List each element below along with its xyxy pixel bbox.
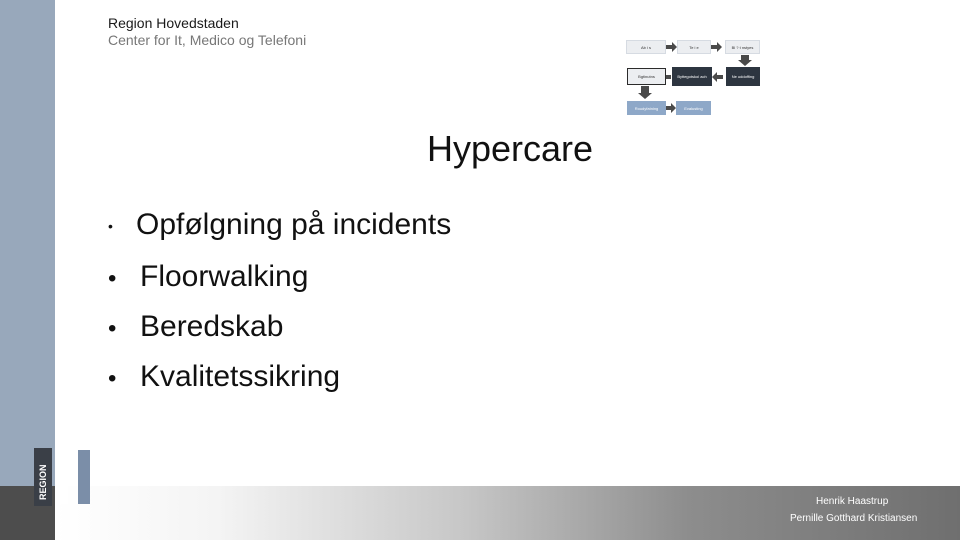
bullet-item: • Opfølgning på incidents — [108, 208, 451, 242]
bullet-dot: • — [108, 365, 117, 392]
bullet-text: Floorwalking — [140, 260, 309, 293]
flow-box-5: Byttegotskol ach — [672, 67, 712, 86]
flow-box-1: Ab i s — [626, 40, 666, 54]
flow-box-2: Te i e — [677, 40, 711, 54]
flow-box-7: Roudyfatning — [627, 101, 666, 115]
bullet-dot: • — [108, 315, 117, 342]
flow-box-3: Bl ? t nstyes — [725, 40, 760, 54]
footer-author-2: Pernille Gotthard Kristiansen — [790, 513, 918, 524]
bullet-text: Opfølgning på incidents — [136, 208, 452, 241]
flow-box-6: Ne uddoffing — [726, 67, 760, 86]
footer-author-1: Henrik Haastrup — [816, 496, 889, 507]
bullet-text: Kvalitetssikring — [140, 360, 341, 393]
bullet-item: • Floorwalking — [108, 260, 308, 294]
slide-title: Hypercare — [426, 128, 594, 169]
region-h-icon: REGION — [34, 448, 90, 506]
bullet-dot: • — [108, 265, 117, 292]
flow-box-4: Bgtinutns — [627, 68, 666, 85]
logo-text: REGION — [38, 464, 48, 500]
bullet-dot: • — [108, 218, 113, 235]
flow-arrows — [638, 42, 752, 113]
bullet-item: • Kvalitetssikring — [108, 360, 340, 394]
flow-box-8: Evalusting — [676, 101, 711, 115]
bullet-text: Beredskab — [140, 310, 284, 343]
region-logo: REGION — [34, 448, 92, 506]
bullet-item: • Beredskab — [108, 310, 283, 344]
